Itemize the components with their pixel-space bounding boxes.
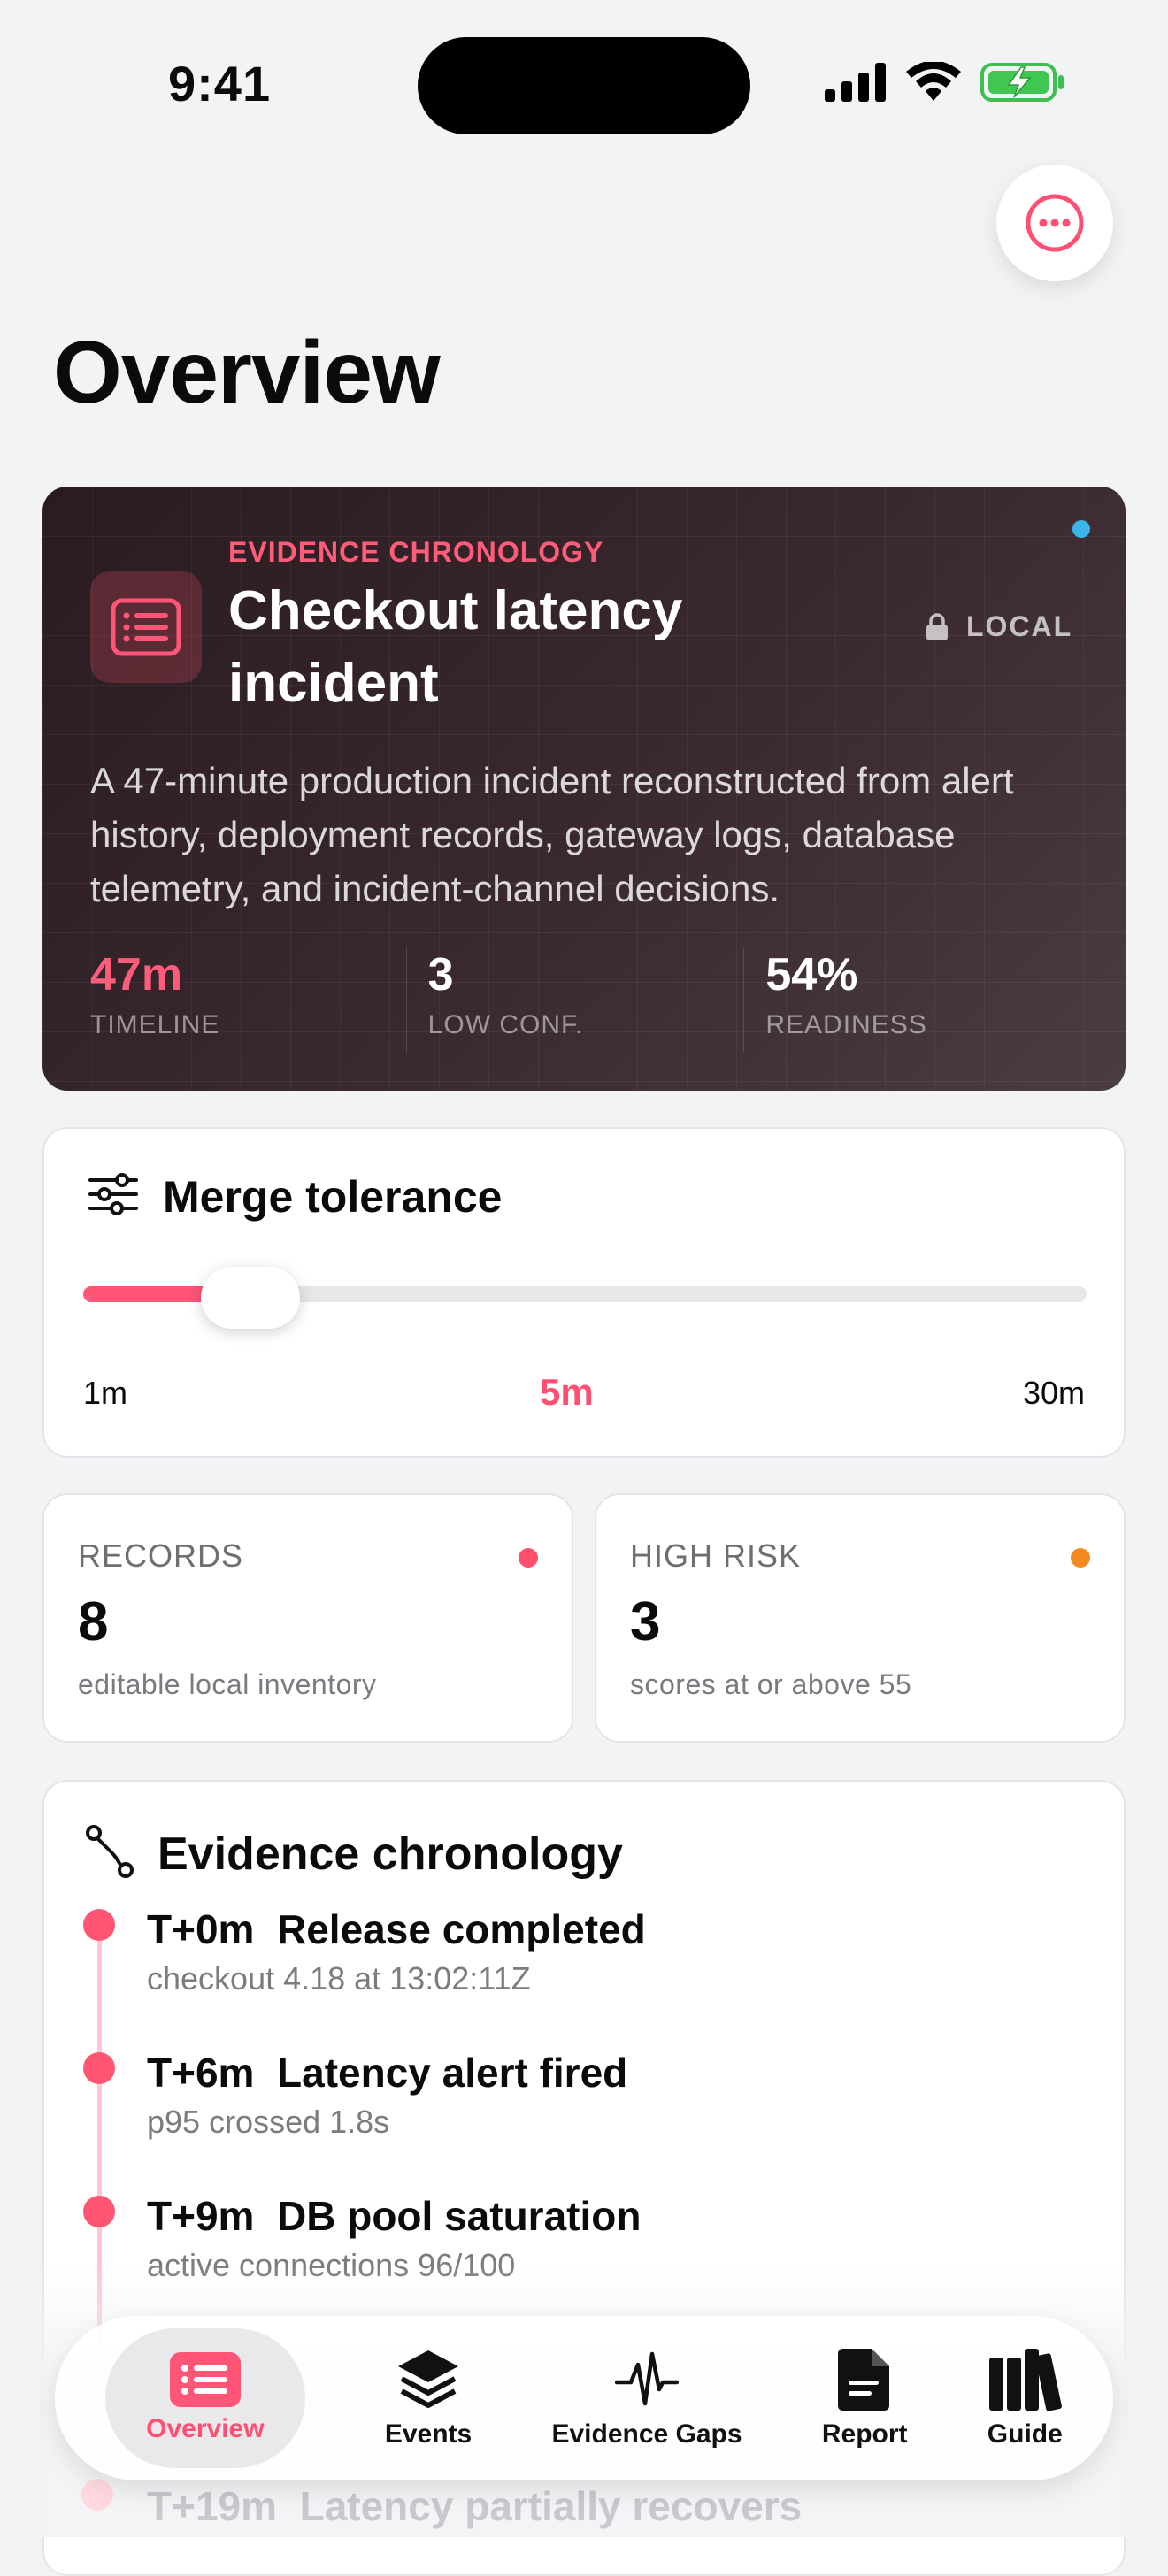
local-badge: LOCAL: [926, 610, 1072, 643]
tab-overview[interactable]: Overview: [105, 2328, 305, 2468]
list-icon: [169, 2352, 241, 2407]
tab-label: Guide: [987, 2419, 1063, 2449]
timeline-dot: [83, 2196, 115, 2227]
high-risk-dot: [1071, 1548, 1090, 1568]
timeline-event-partial: T+19m Latency partially recovers: [147, 2483, 803, 2529]
high-risk-card[interactable]: HIGH RISK 3 scores at or above 55: [595, 1493, 1126, 1743]
slider-thumb[interactable]: [200, 1267, 300, 1329]
timeline-event[interactable]: T+0m Release completed checkout 4.18 at …: [147, 1905, 646, 1997]
stat-label: LOW CONF.: [427, 1010, 584, 1039]
slider-value-label: 5m: [540, 1371, 594, 1413]
timeline-dot: [83, 1909, 115, 1941]
battery-charging-icon: [980, 63, 1064, 102]
event-detail: p95 crossed 1.8s: [147, 2104, 390, 2140]
route-icon: [86, 1825, 134, 1878]
high-risk-value: 3: [630, 1591, 661, 1652]
merge-tolerance-card: Merge tolerance 1m 5m 30m: [42, 1127, 1126, 1458]
timeline-dot: [83, 2052, 115, 2084]
records-dot: [519, 1548, 538, 1568]
status-time: 9:41: [168, 56, 272, 111]
merge-tolerance-title: Merge tolerance: [163, 1172, 503, 1222]
event-heading: T+9m DB pool saturation: [147, 2193, 642, 2239]
tab-events[interactable]: Events: [385, 2328, 472, 2468]
incident-title: Checkout latency incident: [228, 580, 683, 714]
high-risk-subtitle: scores at or above 55: [630, 1668, 912, 1700]
list-card-icon: [111, 598, 181, 656]
waveform-icon: [615, 2351, 680, 2406]
incident-description: A 47-minute production incident reconstr…: [90, 760, 1014, 909]
more-options-button[interactable]: [996, 165, 1113, 281]
stat-label: TIMELINE: [90, 1010, 220, 1039]
status-icons: [825, 62, 1065, 103]
slider-max-label: 30m: [1022, 1375, 1085, 1411]
records-label: RECORDS: [78, 1537, 244, 1574]
high-risk-label: HIGH RISK: [630, 1537, 802, 1574]
stat-timeline: 47m TIMELINE: [90, 947, 406, 1053]
stat-value: 47m: [90, 949, 183, 1000]
sliders-icon: [88, 1173, 138, 1215]
tab-label: Events: [384, 2419, 473, 2449]
stat-value: 54%: [765, 949, 858, 1000]
local-badge-label: LOCAL: [966, 610, 1073, 642]
event-detail: checkout 4.18 at 13:02:11Z: [147, 1960, 531, 1997]
timeline-event[interactable]: T+6m Latency alert fired p95 crossed 1.8…: [147, 2049, 627, 2141]
hero-eyebrow: EVIDENCE CHRONOLOGY: [228, 536, 604, 568]
tab-label: Overview: [146, 2414, 265, 2443]
stat-value: 3: [427, 949, 454, 1000]
tab-label: Evidence Gaps: [551, 2419, 742, 2449]
records-card[interactable]: RECORDS 8 editable local inventory: [42, 1493, 573, 1743]
stat-low-confidence: 3 LOW CONF.: [405, 947, 744, 1053]
document-icon: [838, 2349, 890, 2411]
tab-label: Report: [821, 2419, 908, 2449]
cellular-signal-icon: [825, 63, 886, 102]
wifi-icon: [906, 62, 961, 101]
more-icon: [1026, 194, 1084, 252]
layers-icon: [398, 2350, 458, 2408]
tab-evidence-gaps[interactable]: Evidence Gaps: [551, 2328, 742, 2468]
records-value: 8: [78, 1591, 109, 1652]
hero-stats: 47m TIMELINE 3 LOW CONF. 54% READINESS: [90, 947, 1081, 1053]
tab-bar: Overview Events Evidence Gaps Report Gui…: [55, 2316, 1113, 2480]
stat-label: READINESS: [765, 1010, 927, 1039]
page-title: Overview: [53, 323, 441, 422]
stat-readiness: 54% READINESS: [743, 947, 1081, 1053]
slider-min-label: 1m: [83, 1375, 128, 1411]
records-subtitle: editable local inventory: [78, 1668, 377, 1700]
status-dot: [1072, 520, 1090, 538]
dynamic-island: [418, 37, 750, 134]
tab-guide[interactable]: Guide: [987, 2328, 1063, 2468]
incident-hero-card: EVIDENCE CHRONOLOGY Checkout latency inc…: [42, 487, 1126, 1091]
books-icon: [989, 2349, 1063, 2411]
chronology-title: Evidence chronology: [158, 1828, 623, 1880]
event-heading: T+0m Release completed: [147, 1906, 646, 1952]
lock-icon: [926, 612, 948, 640]
event-heading: T+6m Latency alert fired: [147, 2050, 628, 2096]
timeline-dot-faded: [81, 2479, 113, 2511]
tab-report[interactable]: Report: [822, 2328, 908, 2468]
incident-icon-tile: [90, 571, 202, 683]
